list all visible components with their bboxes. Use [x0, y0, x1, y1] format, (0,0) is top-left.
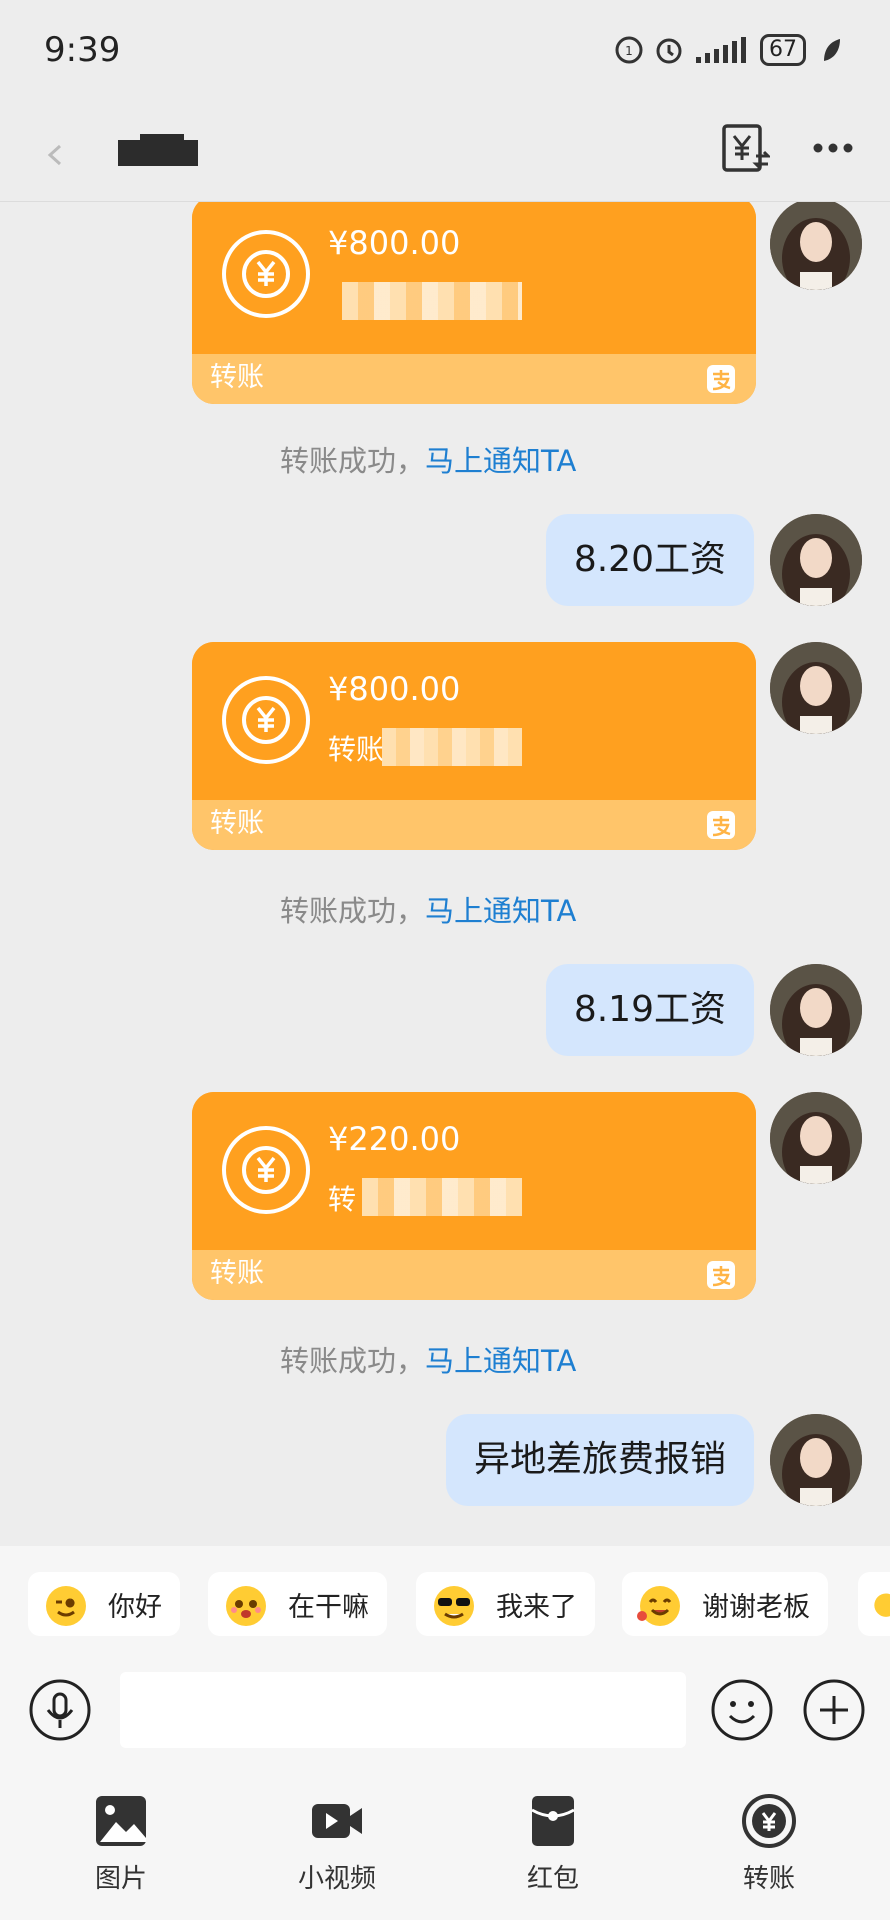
quick-reply[interactable]: 谢谢老板: [622, 1572, 828, 1636]
transfer-memo: 转账: [328, 733, 385, 766]
avatar[interactable]: [770, 1092, 862, 1184]
transfer-label: 转账: [210, 1258, 264, 1289]
wink-emoji-icon: [46, 1586, 86, 1626]
sunglasses-emoji-icon: [434, 1586, 474, 1626]
status-icons: 1 67: [614, 34, 846, 66]
chat-area[interactable]: ¥800.00 转账 转账成功，马上通知TA 8.20工资 ¥800.00 转账…: [0, 202, 890, 1542]
transfer-card[interactable]: ¥800.00 转账 转账: [192, 642, 756, 850]
redacted-memo: [342, 282, 522, 320]
alipay-icon: [707, 365, 735, 393]
text-bubble[interactable]: 8.19工资: [545, 964, 754, 1056]
tab-red-packet[interactable]: 红包: [488, 1792, 618, 1895]
signal-icon: [696, 37, 746, 63]
transfer-coin-icon: [222, 1126, 310, 1214]
transfer-amount: ¥800.00: [328, 670, 461, 708]
thanks-emoji-icon: [637, 1586, 680, 1626]
notify-link[interactable]: 马上通知TA: [425, 444, 576, 478]
avatar[interactable]: [770, 964, 862, 1056]
notify-link[interactable]: 马上通知TA: [425, 894, 576, 928]
transfer-amount: ¥220.00: [328, 1120, 461, 1158]
tab-transfer[interactable]: 转账: [704, 1792, 834, 1895]
quick-reply-more[interactable]: [858, 1572, 890, 1636]
status-time: 9:39: [44, 30, 121, 70]
system-message: 转账成功，马上通知TA: [280, 894, 577, 928]
svg-text:1: 1: [625, 44, 633, 58]
tab-short-video[interactable]: 小视频: [272, 1792, 402, 1895]
quick-reply[interactable]: 你好: [28, 1572, 180, 1636]
transfer-amount: ¥800.00: [328, 224, 461, 262]
emoji-picker-icon[interactable]: [710, 1678, 774, 1742]
quick-reply-bar[interactable]: 你好 在干嘛 我来了 谢谢老板: [0, 1546, 890, 1658]
redacted-memo: [382, 728, 522, 766]
transfer-memo: 转: [328, 1183, 357, 1216]
image-icon: [96, 1796, 146, 1846]
emoji-icon: [874, 1593, 890, 1617]
quick-reply[interactable]: 我来了: [416, 1572, 595, 1636]
text-bubble[interactable]: 8.20工资: [545, 514, 754, 606]
system-message: 转账成功，马上通知TA: [280, 1344, 577, 1378]
transfer-coin-icon: [222, 676, 310, 764]
transfer-card[interactable]: ¥220.00 转 转账: [192, 1092, 756, 1300]
transfer-label: 转账: [210, 808, 264, 839]
bill-icon[interactable]: [720, 122, 770, 174]
system-message: 转账成功，马上通知TA: [280, 444, 577, 478]
alipay-icon: [707, 1261, 735, 1289]
shy-emoji-icon: [226, 1586, 266, 1626]
avatar[interactable]: [770, 514, 862, 606]
plus-icon[interactable]: [802, 1678, 866, 1742]
data-saver-icon: 1: [615, 36, 643, 64]
text-bubble[interactable]: 异地差旅费报销: [445, 1414, 754, 1506]
more-icon[interactable]: [808, 122, 858, 174]
leaf-icon: [824, 39, 840, 61]
contact-name-redacted-top: [140, 134, 184, 146]
alipay-icon: [707, 811, 735, 839]
red-packet-icon: [531, 1796, 575, 1846]
quick-reply[interactable]: 在干嘛: [208, 1572, 387, 1636]
back-icon[interactable]: [40, 140, 70, 170]
notify-link[interactable]: 马上通知TA: [425, 1344, 576, 1378]
alarm-icon: [656, 38, 682, 64]
status-bar: 9:39 1 67: [0, 0, 890, 100]
avatar[interactable]: [770, 642, 862, 734]
message-input[interactable]: [120, 1672, 686, 1748]
avatar[interactable]: [770, 1414, 862, 1506]
action-tabs: 图片 小视频 红包 转账: [0, 1762, 890, 1920]
voice-input-icon[interactable]: [28, 1678, 92, 1742]
redacted-memo: [362, 1178, 522, 1216]
transfer-card[interactable]: ¥800.00 转账: [192, 202, 756, 404]
tab-image[interactable]: 图片: [56, 1792, 186, 1895]
input-bar: [0, 1658, 890, 1762]
transfer-label: 转账: [210, 362, 264, 393]
transfer-coin-icon: [222, 230, 310, 318]
video-icon: [312, 1804, 362, 1838]
chat-header: [0, 100, 890, 202]
battery-indicator: 67: [760, 34, 806, 66]
avatar[interactable]: [770, 202, 862, 290]
transfer-icon: [742, 1794, 796, 1848]
